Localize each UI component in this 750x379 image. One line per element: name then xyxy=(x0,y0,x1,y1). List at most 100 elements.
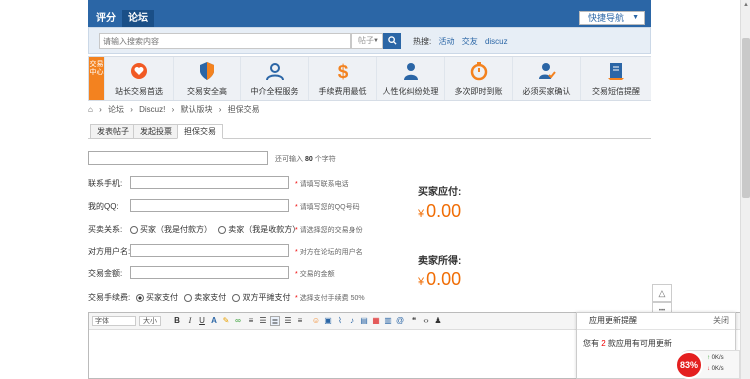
qq-row: 我的QQ: * 请填写您的QQ号码 xyxy=(88,199,418,213)
relation-seller-option[interactable]: 卖家（我是收款方） xyxy=(218,225,300,234)
phone-label: 联系手机: xyxy=(88,179,123,188)
align-left-icon[interactable]: ☰ xyxy=(258,316,268,326)
feature-label: 交易短信提醒 xyxy=(592,87,640,96)
hot-link-discuz[interactable]: discuz xyxy=(485,37,508,46)
align-center-icon[interactable]: ≣ xyxy=(270,316,280,326)
buyer-pay-label: 买家应付: xyxy=(418,187,462,198)
tab-escrow-trade[interactable]: 担保交易 xyxy=(177,124,223,139)
download-speed: ↓ 0K/s xyxy=(707,366,724,372)
notification-close-button[interactable]: 关闭 xyxy=(713,313,729,329)
breadcrumb-item[interactable]: Discuz! xyxy=(139,105,165,114)
feature-item: 人性化纠纷处理 xyxy=(376,57,444,100)
feature-item: 站长交易首选 xyxy=(104,57,173,100)
phone-input[interactable] xyxy=(130,176,289,189)
top-nav-bar: 评分 论坛 快捷导航 ▼ xyxy=(88,0,651,27)
network-speed-widget[interactable]: 83% ↑ 0K/s ↓ 0K/s xyxy=(675,350,740,379)
arrow-up-icon: ↑ xyxy=(707,355,710,361)
page: 评分 论坛 快捷导航 ▼ 帖子 ▼ 热搜: 活动 交友 discuz 交易中心 … xyxy=(0,0,740,379)
qq-icon[interactable]: ♟ xyxy=(433,316,443,326)
stopwatch-icon xyxy=(470,62,487,81)
nav-tab-rating[interactable]: 评分 xyxy=(90,10,122,27)
buyer-pay-amount: ¥0.00 xyxy=(418,201,462,221)
image-icon[interactable]: ▣ xyxy=(323,316,333,326)
font-size-select[interactable]: 大小 xyxy=(139,316,161,326)
amount-input[interactable] xyxy=(130,266,289,279)
hot-link-friends[interactable]: 交友 xyxy=(462,37,478,46)
highlight-icon[interactable]: ✎ xyxy=(221,316,231,326)
other-user-row: 对方用户名: * 对方在论坛的用户名 xyxy=(88,244,418,258)
search-input[interactable] xyxy=(99,33,351,49)
relation-buyer-option[interactable]: 买家（我是付款方） xyxy=(130,225,212,234)
qq-input[interactable] xyxy=(130,199,289,212)
search-scope-label: 帖子 xyxy=(358,36,374,45)
code-icon[interactable]: ‹› xyxy=(421,316,431,326)
feature-label: 必须买家确认 xyxy=(522,87,571,96)
music-icon[interactable]: ♪ xyxy=(347,316,357,326)
hot-search-label: 热搜: xyxy=(413,37,432,46)
chevron-down-icon: ▼ xyxy=(373,38,379,44)
feature-label: 手续费用最低 xyxy=(318,87,367,96)
vertical-scrollbar[interactable]: ▲ xyxy=(740,0,750,379)
feature-label: 站长交易首选 xyxy=(115,87,163,96)
search-button[interactable] xyxy=(383,33,401,49)
shield-icon xyxy=(200,62,214,80)
at-icon[interactable]: @ xyxy=(395,316,405,326)
other-user-label: 对方用户名: xyxy=(88,247,131,256)
notification-body[interactable]: 您有 2 款应用有可用更新 xyxy=(577,330,735,349)
qq-hint: 请填写您的QQ号码 xyxy=(299,204,360,211)
link-icon[interactable]: ∞ xyxy=(233,316,243,326)
scroll-up-icon[interactable]: ▲ xyxy=(742,1,750,9)
fee-seller-option[interactable]: 卖家支付 xyxy=(184,293,226,302)
flash-icon[interactable]: ▦ xyxy=(371,316,381,326)
trade-center-badge: 交易中心 xyxy=(89,57,104,100)
search-scope-select[interactable]: 帖子 ▼ xyxy=(351,33,383,49)
quote-icon[interactable]: ❝ xyxy=(409,316,419,326)
bold-icon[interactable]: B xyxy=(172,316,182,326)
nav-tab-forum[interactable]: 论坛 xyxy=(122,10,154,27)
other-user-input[interactable] xyxy=(130,244,289,257)
feature-item: 必须买家确认 xyxy=(512,57,580,100)
notification-title: 应用更新提醒 xyxy=(589,316,637,325)
hot-search: 热搜: 活动 交友 discuz xyxy=(413,36,508,47)
tab-new-post[interactable]: 发表帖子 xyxy=(90,124,136,139)
breadcrumb-item[interactable]: 默认版块 xyxy=(181,105,213,114)
subject-input[interactable] xyxy=(88,151,268,165)
breadcrumb: ⌂ › 论坛 › Discuz! › 默认版块 › 担保交易 xyxy=(88,105,260,114)
fee-buyer-option[interactable]: 买家支付 xyxy=(136,293,178,302)
feature-label: 多次即时到账 xyxy=(454,87,503,96)
feature-label: 中介全程服务 xyxy=(250,87,299,96)
seller-get-label: 卖家所得: xyxy=(418,256,462,267)
phone-row: 联系手机: * 请填写联系电话 xyxy=(88,176,418,190)
remove-format-icon[interactable]: ≡ xyxy=(246,316,256,326)
underline-icon[interactable]: U xyxy=(197,316,207,326)
fee-split-option[interactable]: 双方平摊支付 xyxy=(232,293,290,302)
tab-new-poll[interactable]: 发起投票 xyxy=(133,124,179,139)
align-right-icon[interactable]: ☰ xyxy=(283,316,293,326)
emoji-icon[interactable]: ☺ xyxy=(311,316,321,326)
search-bar: 帖子 ▼ 热搜: 活动 交友 discuz xyxy=(88,27,651,54)
amount-row: 交易金额: * 交易的金额 xyxy=(88,266,418,280)
other-user-hint: 对方在论坛的用户名 xyxy=(299,249,363,256)
table-icon[interactable]: ▥ xyxy=(383,316,393,326)
update-count: 2 xyxy=(601,339,606,348)
hot-link-activity[interactable]: 活动 xyxy=(438,37,454,46)
quick-nav-button[interactable]: 快捷导航 ▼ xyxy=(579,11,645,25)
attachment-icon[interactable]: ⌇ xyxy=(335,316,345,326)
feature-item: 交易短信提醒 xyxy=(580,57,651,100)
qq-label: 我的QQ: xyxy=(88,202,119,211)
italic-icon[interactable]: I xyxy=(185,316,195,326)
text-color-icon[interactable]: A xyxy=(209,316,219,326)
scrollbar-thumb[interactable] xyxy=(742,38,750,198)
quick-nav-label: 快捷导航 xyxy=(588,13,625,23)
buyer-pay-value: 0.00 xyxy=(426,201,462,221)
seller-get-amount: ¥0.00 xyxy=(418,269,462,289)
font-family-select[interactable]: 字体 xyxy=(92,316,136,326)
arrow-down-icon: ↓ xyxy=(707,366,710,372)
breadcrumb-item[interactable]: 论坛 xyxy=(108,105,124,114)
home-icon[interactable]: ⌂ xyxy=(88,105,93,114)
justify-icon[interactable]: ≡ xyxy=(295,316,305,326)
relation-hint: 请选择您的交易身份 xyxy=(299,227,363,234)
side-panel-button[interactable]: △ xyxy=(652,284,672,302)
video-icon[interactable]: ▤ xyxy=(359,316,369,326)
phone-hint: 请填写联系电话 xyxy=(299,181,349,188)
